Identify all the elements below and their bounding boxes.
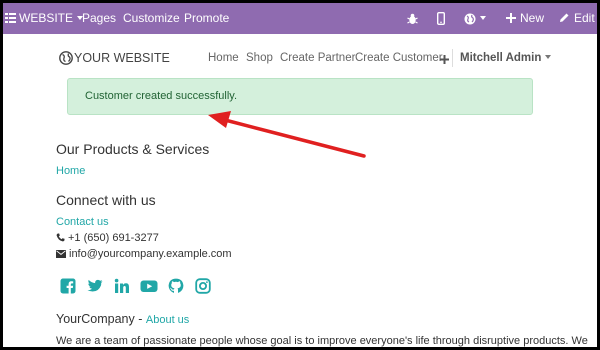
- products-heading: Our Products & Services: [56, 141, 210, 157]
- nav-link-shop[interactable]: Shop: [246, 43, 273, 73]
- instagram-icon[interactable]: [195, 278, 211, 294]
- website-menu[interactable]: WEBSITE: [5, 3, 84, 34]
- plus-icon: [506, 13, 516, 23]
- mobile-icon: [437, 12, 445, 26]
- github-icon[interactable]: [168, 278, 184, 294]
- website-menu-label: WEBSITE: [19, 11, 74, 25]
- new-button[interactable]: New: [506, 3, 544, 34]
- company-separator: -: [134, 312, 146, 326]
- chevron-down-icon: [480, 16, 486, 20]
- facebook-icon[interactable]: [60, 278, 76, 294]
- mobile-preview-button[interactable]: [437, 3, 445, 34]
- nav-link-create-customer[interactable]: Create Customer: [355, 43, 443, 73]
- customize-menu[interactable]: Customize: [123, 3, 180, 34]
- language-menu[interactable]: [464, 3, 486, 34]
- phone-line: +1 (650) 691-3277: [56, 232, 159, 244]
- alert-message: Customer created successfully.: [85, 90, 238, 102]
- nav-link-home[interactable]: Home: [208, 43, 239, 73]
- nav-link-create-partner[interactable]: Create Partner: [280, 43, 355, 73]
- linkedin-icon[interactable]: [114, 278, 130, 294]
- admin-topbar: WEBSITE Pages Customize Promote New Edit: [3, 3, 597, 34]
- pencil-icon: [560, 13, 569, 22]
- new-button-label: New: [520, 11, 545, 25]
- user-name: Mitchell Admin: [460, 52, 542, 64]
- edit-button[interactable]: Edit: [559, 3, 595, 34]
- website-navbar: YOUR WEBSITE Home Shop Create Partner Cr…: [3, 43, 597, 73]
- apps-grid-icon: [5, 13, 16, 23]
- email-address: info@yourcompany.example.com: [69, 248, 232, 260]
- phone-number: +1 (650) 691-3277: [68, 232, 159, 244]
- globe-logo-icon: [59, 51, 73, 65]
- success-alert: Customer created successfully.: [67, 78, 533, 115]
- logo-text: YOUR WEBSITE: [74, 51, 170, 65]
- user-menu[interactable]: Mitchell Admin: [460, 43, 552, 73]
- company-name: YourCompany: [56, 312, 135, 326]
- edit-button-label: Edit: [574, 11, 595, 25]
- browser-frame: WEBSITE Pages Customize Promote New Edit…: [3, 3, 597, 347]
- about-us-link[interactable]: About us: [146, 314, 189, 326]
- email-line: info@yourcompany.example.com: [56, 248, 232, 260]
- twitter-icon[interactable]: [87, 278, 103, 294]
- contact-us-link[interactable]: Contact us: [56, 216, 109, 228]
- pages-menu[interactable]: Pages: [82, 3, 116, 34]
- add-menu-item-button[interactable]: [440, 43, 449, 73]
- youtube-icon[interactable]: [140, 278, 158, 294]
- phone-icon: [56, 233, 65, 242]
- nav-divider: [452, 49, 453, 67]
- bug-icon: [407, 13, 418, 24]
- plus-icon: [440, 55, 449, 64]
- chevron-down-icon: [545, 55, 552, 59]
- company-line: YourCompany - About us: [56, 312, 189, 326]
- site-logo[interactable]: YOUR WEBSITE: [59, 43, 170, 73]
- promote-menu[interactable]: Promote: [184, 3, 229, 34]
- globe-icon: [464, 13, 476, 25]
- company-description: We are a team of passionate people whose…: [56, 335, 588, 347]
- envelope-icon: [56, 250, 66, 258]
- debug-button[interactable]: [407, 3, 418, 34]
- footer-home-link[interactable]: Home: [56, 165, 85, 177]
- connect-heading: Connect with us: [56, 192, 156, 208]
